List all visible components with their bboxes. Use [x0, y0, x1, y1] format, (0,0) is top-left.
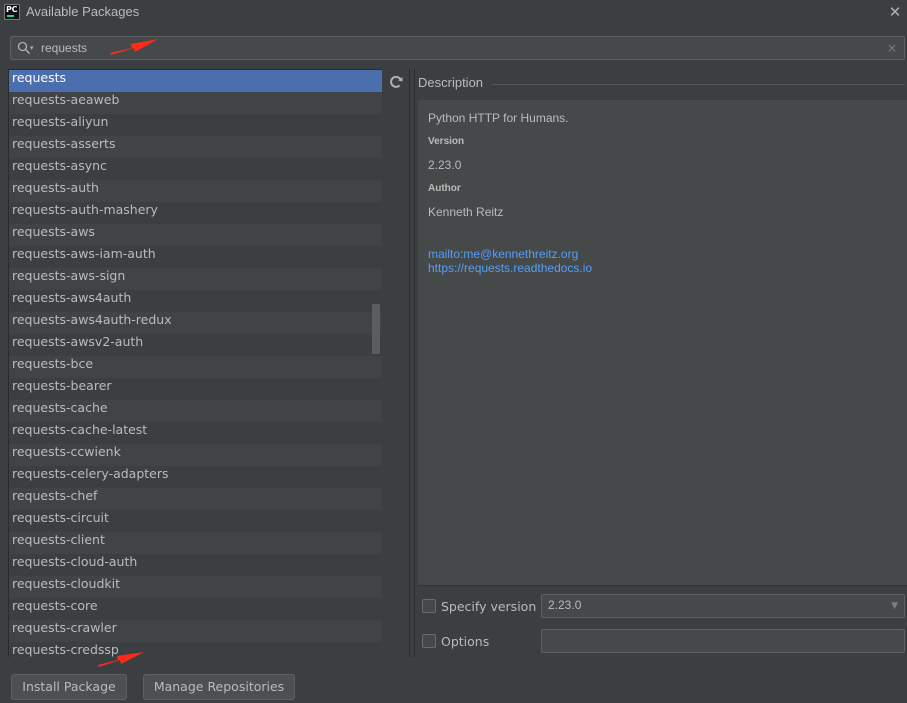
- package-list-item[interactable]: requests-circuit: [9, 510, 382, 532]
- package-list-item[interactable]: requests-cloudkit: [9, 576, 382, 598]
- search-history-chevron-down-icon[interactable]: ▾: [30, 38, 34, 58]
- package-author: Kenneth Reitz: [428, 205, 504, 219]
- package-list-item[interactable]: requests-aws-sign: [9, 268, 382, 290]
- package-list-item[interactable]: requests-cloud-auth: [9, 554, 382, 576]
- install-package-button[interactable]: Install Package: [11, 674, 127, 700]
- package-list-item[interactable]: requests-chef: [9, 488, 382, 510]
- options-input[interactable]: [541, 629, 905, 653]
- package-list-item[interactable]: requests-core: [9, 598, 382, 620]
- version-select[interactable]: 2.23.0 ▼: [541, 594, 905, 618]
- panel-divider[interactable]: [414, 69, 415, 657]
- package-list-item[interactable]: requests-aws4auth-redux: [9, 312, 382, 334]
- package-list-item[interactable]: requests: [9, 70, 382, 92]
- annotation-arrow-install: [98, 652, 144, 667]
- package-list-item[interactable]: requests-bearer: [9, 378, 382, 400]
- package-list-item[interactable]: requests-asserts: [9, 136, 382, 158]
- docs-link[interactable]: https://requests.readthedocs.io: [428, 261, 592, 275]
- search-icon[interactable]: [17, 41, 31, 55]
- package-list-item[interactable]: requests-auth: [9, 180, 382, 202]
- clear-search-icon[interactable]: ×: [885, 39, 899, 57]
- package-list-item[interactable]: requests-auth-mashery: [9, 202, 382, 224]
- package-list-scrollbar-thumb[interactable]: [372, 304, 380, 354]
- specify-version-checkbox[interactable]: [422, 599, 436, 613]
- package-list-item[interactable]: requests-aliyun: [9, 114, 382, 136]
- manage-repositories-button[interactable]: Manage Repositories: [143, 674, 295, 700]
- package-list-item[interactable]: requests-credssp: [9, 642, 382, 657]
- options-checkbox[interactable]: [422, 634, 436, 648]
- package-version: 2.23.0: [428, 158, 462, 172]
- package-list-item[interactable]: requests-aws4auth: [9, 290, 382, 312]
- description-header: Description: [418, 75, 484, 90]
- package-list-item[interactable]: requests-aws: [9, 224, 382, 246]
- annotation-arrow-search: [110, 39, 158, 55]
- version-select-value: 2.23.0: [548, 598, 582, 612]
- chevron-down-icon: ▼: [891, 601, 898, 611]
- close-icon[interactable]: ✕: [887, 3, 903, 21]
- package-list-item[interactable]: requests-async: [9, 158, 382, 180]
- package-list-item[interactable]: requests-aws-iam-auth: [9, 246, 382, 268]
- specify-version-label[interactable]: Specify version: [441, 599, 536, 614]
- package-list-item[interactable]: requests-aeaweb: [9, 92, 382, 114]
- app-icon-text: PC: [6, 5, 18, 14]
- search-input[interactable]: [41, 39, 861, 57]
- package-list-item[interactable]: requests-cache-latest: [9, 422, 382, 444]
- package-list-item[interactable]: requests-client: [9, 532, 382, 554]
- package-list[interactable]: requests requests-aeaweb requests-aliyun re…: [8, 69, 382, 657]
- pycharm-logo-icon: PC: [4, 4, 20, 20]
- package-list-item[interactable]: requests-awsv2-auth: [9, 334, 382, 356]
- package-list-item[interactable]: requests-celery-adapters: [9, 466, 382, 488]
- package-list-item[interactable]: requests-crawler: [9, 620, 382, 642]
- package-summary: Python HTTP for Humans.: [428, 111, 569, 125]
- author-email-link[interactable]: mailto:me@kennethreitz.org: [428, 247, 578, 261]
- version-label: Version: [428, 136, 465, 147]
- author-label: Author: [428, 183, 461, 194]
- description-panel: Python HTTP for Humans. Version 2.23.0 A…: [418, 100, 907, 585]
- title-bar: PC Available Packages ✕: [0, 0, 907, 26]
- window-title: Available Packages: [26, 4, 140, 19]
- package-list-item[interactable]: requests-cache: [9, 400, 382, 422]
- package-list-item[interactable]: requests-ccwienk: [9, 444, 382, 466]
- options-label[interactable]: Options: [441, 634, 489, 649]
- list-toolbar: [382, 69, 410, 657]
- package-list-item[interactable]: requests-bce: [9, 356, 382, 378]
- refresh-icon[interactable]: [387, 73, 405, 91]
- description-header-rule: [492, 84, 905, 85]
